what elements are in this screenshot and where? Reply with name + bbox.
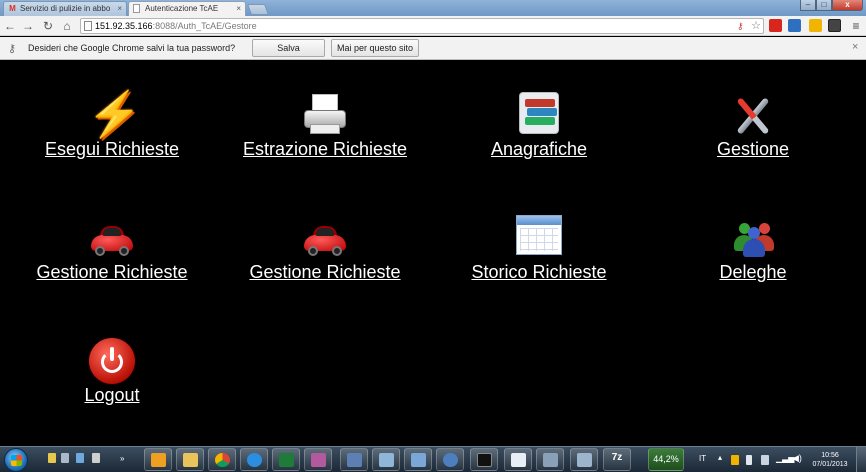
- url-text: 151.92.35.166:8088/Auth_TcAE/Gestore: [95, 21, 257, 31]
- tray-flag-icon[interactable]: [761, 455, 769, 465]
- quicklaunch-app-icon[interactable]: [76, 453, 84, 463]
- forward-arrow-icon[interactable]: →: [20, 18, 36, 34]
- books-icon: [514, 92, 564, 138]
- password-key-icon[interactable]: ⚷: [737, 21, 747, 31]
- tab-title: Servizio di pulizie in abbo: [20, 4, 111, 13]
- windows-logo-icon: [11, 455, 22, 466]
- taskbar-app-button[interactable]: [404, 448, 432, 471]
- tray-expand-icon[interactable]: ▴: [718, 453, 722, 462]
- tray-app-icon[interactable]: [731, 455, 739, 465]
- menu-link[interactable]: Gestione Richieste: [249, 262, 400, 283]
- menu-item-gestione[interactable]: Gestione: [653, 92, 853, 160]
- close-infobar-icon[interactable]: ×: [852, 41, 858, 53]
- taskbar-7zip-button[interactable]: 7z: [603, 448, 631, 471]
- menu-link[interactable]: Anagrafiche: [491, 139, 587, 160]
- close-window-button[interactable]: x: [832, 0, 863, 11]
- menu-item-gestione-richieste-1[interactable]: Gestione Richieste: [12, 215, 212, 283]
- show-desktop-button[interactable]: [856, 447, 866, 472]
- menu-link[interactable]: Gestione Richieste: [36, 262, 187, 283]
- menu-link[interactable]: Esegui Richieste: [45, 139, 179, 160]
- printer-icon: [300, 92, 350, 138]
- quicklaunch-folder-icon[interactable]: [48, 453, 56, 463]
- car-icon: [300, 215, 350, 261]
- tab-gmail[interactable]: M Servizio di pulizie in abbo ×: [3, 1, 127, 16]
- gmail-icon: M: [9, 4, 16, 13]
- tab-close-icon[interactable]: ×: [117, 2, 122, 16]
- browser-toolbar: ← → ↻ ⌂ 151.92.35.166:8088/Auth_TcAE/Ges…: [0, 16, 866, 36]
- clock-date: 07/01/2013: [812, 461, 848, 468]
- taskbar-outlook-button[interactable]: [144, 448, 172, 471]
- extension-red-icon[interactable]: [769, 19, 782, 32]
- car-icon: [87, 215, 137, 261]
- power-icon: [87, 338, 137, 384]
- new-tab-button[interactable]: [246, 4, 270, 15]
- taskbar-app-button[interactable]: [570, 448, 598, 471]
- tab-close-icon[interactable]: ×: [236, 2, 241, 16]
- chrome-menu-icon[interactable]: ≡: [849, 18, 863, 34]
- taskbar-app-button[interactable]: [372, 448, 400, 471]
- save-password-button[interactable]: Salva password: [252, 39, 325, 69]
- key-icon: ⚷: [8, 43, 17, 55]
- taskbar-excel-button[interactable]: [272, 448, 300, 471]
- password-infobar: ⚷ Desideri che Google Chrome salvi la tu…: [0, 37, 866, 69]
- taskbar-ie-button[interactable]: [240, 448, 268, 471]
- taskbar-virtualbox-button[interactable]: [340, 448, 368, 471]
- menu-link[interactable]: Storico Richieste: [471, 262, 606, 283]
- calendar-icon: [514, 215, 564, 261]
- tab-title: Autenticazione TcAE: [145, 4, 219, 13]
- language-indicator[interactable]: IT: [699, 454, 706, 463]
- tools-icon: [728, 92, 778, 138]
- quicklaunch-app-icon[interactable]: [61, 453, 69, 463]
- reload-icon[interactable]: ↻: [40, 18, 56, 34]
- taskbar-explorer-button[interactable]: [176, 448, 204, 471]
- users-icon: [728, 215, 778, 261]
- taskbar-app-button[interactable]: [436, 448, 464, 471]
- bookmark-star-icon[interactable]: ☆: [751, 19, 761, 33]
- page-icon: [84, 21, 92, 31]
- taskbar-app-button[interactable]: [304, 448, 332, 471]
- tray-battery-icon[interactable]: [746, 455, 752, 465]
- menu-item-esegui-richieste[interactable]: ⚡ Esegui Richieste: [12, 92, 212, 160]
- menu-item-estrazione-richieste[interactable]: Estrazione Richieste: [225, 92, 425, 160]
- clock-time: 10:56: [821, 452, 839, 459]
- minimize-button[interactable]: –: [800, 0, 816, 11]
- menu-link[interactable]: Deleghe: [719, 262, 786, 283]
- address-bar[interactable]: 151.92.35.166:8088/Auth_TcAE/Gestore ⚷ ☆: [80, 18, 764, 34]
- taskbar-app-button[interactable]: [536, 448, 564, 471]
- menu-item-gestione-richieste-2[interactable]: Gestione Richieste: [225, 215, 425, 283]
- system-clock[interactable]: 10:56 07/01/2013: [810, 451, 850, 469]
- maximize-button[interactable]: □: [816, 0, 832, 11]
- taskbar-cmd-button[interactable]: [470, 448, 498, 471]
- quicklaunch-app-icon[interactable]: [92, 453, 100, 463]
- lightning-icon: ⚡: [87, 90, 142, 139]
- menu-link[interactable]: Logout: [84, 385, 139, 406]
- tab-autenticazione[interactable]: Autenticazione TcAE ×: [128, 1, 246, 16]
- infobar-message: Desideri che Google Chrome salvi la tua …: [28, 43, 236, 53]
- tab-strip: M Servizio di pulizie in abbo × Autentic…: [0, 0, 866, 16]
- extension-ok-icon[interactable]: [828, 19, 841, 32]
- start-button[interactable]: [4, 448, 28, 472]
- menu-item-anagrafiche[interactable]: Anagrafiche: [439, 92, 639, 160]
- battery-meter[interactable]: 44,2%: [648, 448, 684, 471]
- back-arrow-icon[interactable]: ←: [2, 18, 18, 34]
- windows-taskbar: » 7z 44,2% IT ▴ ▁▃▅ ◀) 10:56 07/01/2013: [0, 446, 866, 472]
- menu-link[interactable]: Estrazione Richieste: [243, 139, 407, 160]
- page-icon: [133, 4, 140, 13]
- menu-item-logout[interactable]: Logout: [12, 338, 212, 406]
- volume-icon[interactable]: ◀): [792, 453, 802, 464]
- menu-item-storico-richieste[interactable]: Storico Richieste: [439, 215, 639, 283]
- menu-link[interactable]: Gestione: [717, 139, 789, 160]
- page-content: ⚡ Esegui Richieste Estrazione Richieste …: [0, 60, 866, 446]
- home-icon[interactable]: ⌂: [59, 18, 75, 34]
- extension-blue-icon[interactable]: [788, 19, 801, 32]
- extension-lock-icon[interactable]: [809, 19, 822, 32]
- taskbar-notepad-button[interactable]: [504, 448, 532, 471]
- quicklaunch-more-icon[interactable]: »: [120, 454, 124, 463]
- taskbar-chrome-button[interactable]: [208, 448, 236, 471]
- menu-item-deleghe[interactable]: Deleghe: [653, 215, 853, 283]
- never-for-site-button[interactable]: Mai per questo sito: [331, 39, 419, 57]
